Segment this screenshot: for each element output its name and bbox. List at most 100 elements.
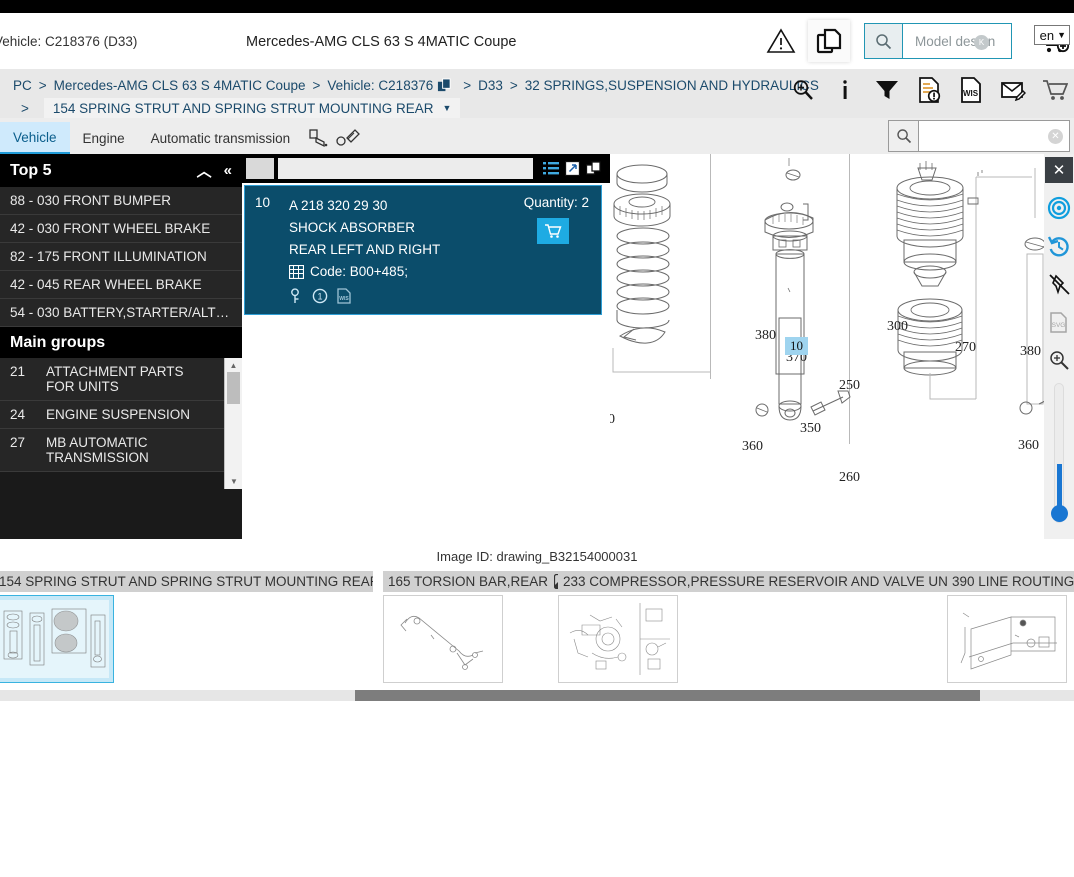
thumbnail-horizontal-scrollbar[interactable]	[0, 690, 1074, 701]
tab-automatic-transmission-label: Automatic transmission	[150, 130, 291, 146]
zoom-out-icon[interactable]	[1044, 529, 1074, 539]
copy-documents-icon[interactable]	[808, 20, 850, 62]
zoom-slider[interactable]	[1051, 383, 1068, 523]
table-grid-icon	[289, 265, 304, 279]
drawing-callout-selected[interactable]: 10	[785, 337, 808, 355]
paint-spray-icon[interactable]	[303, 122, 333, 154]
warning-triangle-icon[interactable]	[764, 24, 798, 58]
sidebar-item-rear-wheel-brake[interactable]: 42 - 045 REAR WHEEL BRAKE	[0, 271, 242, 299]
zoom-search-icon[interactable]	[790, 75, 816, 105]
main-groups-title: Main groups	[10, 334, 106, 351]
application-root: Vehicle: C218376 (D33) Mercedes-AMG CLS …	[0, 0, 1074, 877]
drawing-callout-380[interactable]: 380	[755, 328, 776, 344]
target-focus-icon[interactable]	[1044, 189, 1074, 227]
thumbnail-strip[interactable]: 154 SPRING STRUT AND SPRING STRUT MOUNTI…	[0, 571, 1074, 683]
svg-export-icon[interactable]: SVG	[1044, 303, 1074, 341]
mail-edit-icon[interactable]	[1000, 75, 1026, 105]
breadcrumb-item-pc[interactable]: PC	[13, 78, 32, 93]
search-icon[interactable]	[865, 24, 903, 58]
parts-toolbar	[242, 154, 610, 183]
info-icon[interactable]	[832, 75, 858, 105]
main-group-24[interactable]: 24 ENGINE SUSPENSION	[0, 401, 242, 429]
drawing-callout-260[interactable]: 260	[839, 470, 860, 486]
scrollbar-thumb[interactable]	[355, 690, 980, 701]
filter-icon[interactable]	[874, 75, 900, 105]
parts-panel: 10 A 218 320 29 30 SHOCK ABSORBER REAR L…	[242, 154, 610, 539]
tab-bar: Vehicle Engine Automatic transmission ✕	[0, 118, 1074, 154]
key-icon[interactable]	[289, 288, 303, 304]
thumbnail-item-390[interactable]: 390 LINE ROUTING F	[947, 571, 1074, 683]
drawing-callout-300[interactable]: 300	[887, 319, 908, 335]
model-design-input[interactable]: Model design K	[903, 24, 1011, 58]
sidebar-item-battery-starter[interactable]: 54 - 030 BATTERY,STARTER/ALTERNAT...	[0, 299, 242, 327]
thumbnail-title-bar[interactable]: 390 LINE ROUTING F	[947, 571, 1074, 592]
scroll-up-arrow-icon[interactable]: ▲	[225, 358, 242, 372]
thumbnail-title-bar[interactable]: 233 COMPRESSOR,PRESSURE RESERVOIR AND VA…	[558, 571, 947, 592]
drawing-callout-270[interactable]: 270	[955, 340, 976, 356]
add-to-cart-icon[interactable]	[537, 218, 569, 244]
part-quantity: Quantity: 2	[523, 195, 589, 210]
thumbnail-title-bar[interactable]: 154 SPRING STRUT AND SPRING STRUT MOUNTI…	[0, 571, 373, 592]
wis-document-icon[interactable]: WIS	[958, 75, 984, 105]
tab-vehicle[interactable]: Vehicle	[0, 122, 70, 154]
history-undo-icon[interactable]	[1044, 227, 1074, 265]
breadcrumb-current-dropdown[interactable]: 154 SPRING STRUT AND SPRING STRUT MOUNTI…	[43, 97, 461, 119]
document-alert-icon[interactable]	[916, 75, 942, 105]
tab-engine-label: Engine	[82, 130, 125, 146]
drawing-callout-360-right[interactable]: 360	[1018, 438, 1039, 454]
thumbnail-item-154[interactable]: 154 SPRING STRUT AND SPRING STRUT MOUNTI…	[0, 571, 373, 683]
thumbnail-title-bar[interactable]: 165 TORSION BAR,REAR	[383, 571, 558, 592]
cart-icon[interactable]	[1042, 75, 1068, 105]
language-value: en	[1039, 27, 1055, 43]
search-icon[interactable]	[889, 121, 919, 151]
zoom-slider-knob[interactable]	[1051, 505, 1068, 522]
main-group-27[interactable]: 27 MB AUTOMATIC TRANSMISSION	[0, 429, 242, 472]
duplicate-icon[interactable]	[586, 161, 602, 176]
breadcrumb-item-vehicle[interactable]: Vehicle: C218376	[327, 78, 433, 93]
part-search-input[interactable]: ✕	[919, 121, 1069, 151]
scrollbar-thumb[interactable]	[227, 372, 240, 404]
breadcrumb-separator: >	[312, 77, 321, 93]
parts-filter-input[interactable]	[278, 158, 533, 179]
part-card[interactable]: 10 A 218 320 29 30 SHOCK ABSORBER REAR L…	[244, 185, 602, 315]
clear-icon[interactable]: ✕	[1048, 128, 1063, 144]
list-view-icon[interactable]	[543, 161, 559, 176]
sidebar-item-front-bumper[interactable]: 88 - 030 FRONT BUMPER	[0, 187, 242, 215]
drawing-callout-360[interactable]: 360	[742, 439, 763, 455]
expand-icon[interactable]	[565, 161, 580, 176]
breadcrumb-item-d33[interactable]: D33	[478, 78, 503, 93]
double-chevron-left-icon[interactable]: «	[224, 162, 232, 179]
drawing-callout-250[interactable]: 250	[839, 378, 860, 394]
close-icon[interactable]: ✕	[1045, 157, 1073, 183]
main-groups-scrollbar[interactable]: ▲ ▼	[224, 358, 242, 489]
parts-select-box[interactable]	[246, 158, 274, 179]
part-search[interactable]: ✕	[888, 120, 1070, 152]
drawing-callout-350[interactable]: 350	[800, 421, 821, 437]
sidebar-item-front-wheel-brake[interactable]: 42 - 030 FRONT WHEEL BRAKE	[0, 215, 242, 243]
drawing-callout-left-a[interactable]: 0	[610, 412, 615, 428]
thumbnail-image[interactable]	[558, 595, 678, 683]
drawing-callout-380-right[interactable]: 380	[1020, 344, 1041, 360]
thumbnail-image[interactable]	[0, 595, 114, 683]
breadcrumb-item-group[interactable]: 32 SPRINGS,SUSPENSION AND HYDRAULICS	[525, 78, 819, 93]
thumbnail-item-233[interactable]: 233 COMPRESSOR,PRESSURE RESERVOIR AND VA…	[558, 571, 947, 683]
scroll-down-arrow-icon[interactable]: ▼	[225, 474, 242, 488]
info-circle-icon[interactable]: 1	[312, 288, 328, 304]
duplicate-icon[interactable]	[437, 77, 452, 93]
tab-engine[interactable]: Engine	[70, 122, 138, 154]
bolt-fastener-icon[interactable]	[333, 122, 363, 154]
chevron-up-icon[interactable]: ︿	[197, 160, 212, 181]
language-selector[interactable]: en ▼	[1033, 25, 1070, 45]
thumbnail-image[interactable]	[947, 595, 1067, 683]
sidebar-item-front-illumination[interactable]: 82 - 175 FRONT ILLUMINATION	[0, 243, 242, 271]
unpin-icon[interactable]	[1044, 265, 1074, 303]
wis-document-icon[interactable]: WIS	[337, 288, 351, 304]
drawing-canvas[interactable]: 0 380 370 10 350 360 300 270 250 260 380…	[610, 154, 1074, 539]
thumbnail-item-165[interactable]: 165 TORSION BAR,REAR	[383, 571, 558, 683]
main-group-21[interactable]: 21 ATTACHMENT PARTS FOR UNITS	[0, 358, 242, 401]
zoom-in-icon[interactable]	[1044, 341, 1074, 379]
tab-automatic-transmission[interactable]: Automatic transmission	[138, 122, 304, 154]
breadcrumb-item-model[interactable]: Mercedes-AMG CLS 63 S 4MATIC Coupe	[54, 78, 306, 93]
thumbnail-image[interactable]	[383, 595, 503, 683]
model-design-search[interactable]: Model design K	[864, 23, 1012, 59]
